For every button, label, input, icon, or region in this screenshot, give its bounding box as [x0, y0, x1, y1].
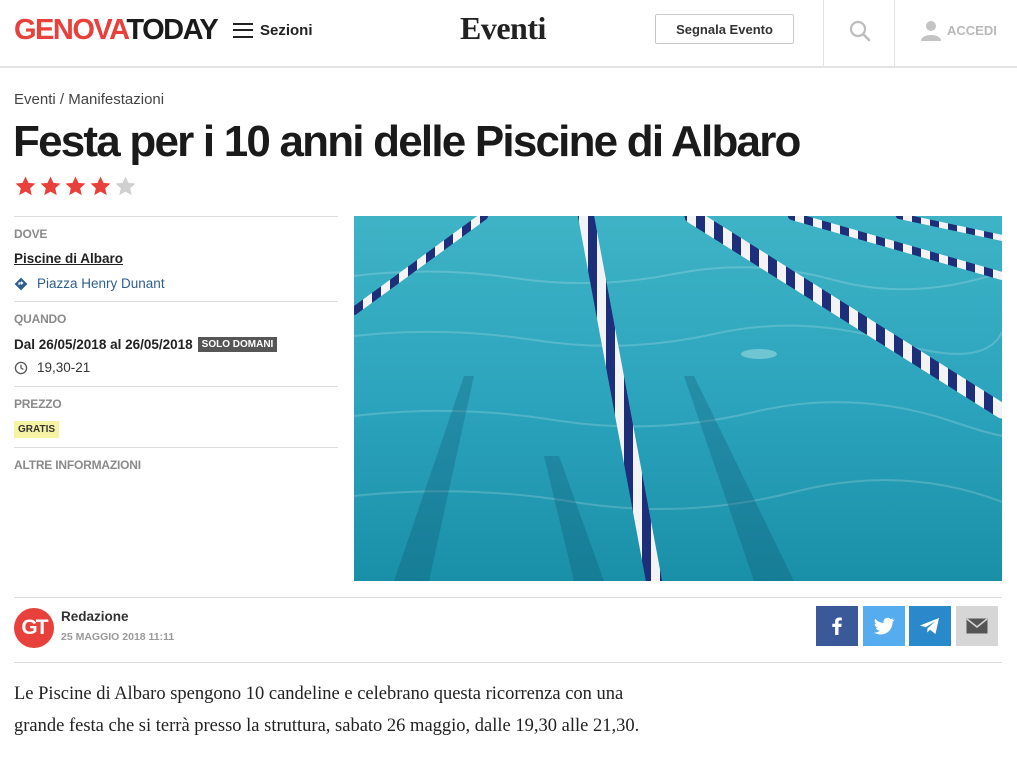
logo-today: TODAY: [126, 14, 218, 46]
sections-menu-button[interactable]: Sezioni: [233, 18, 313, 42]
other-info-label: ALTRE INFORMAZIONI: [14, 458, 141, 472]
event-dates: Dal 26/05/2018 al 26/05/2018 SOLO DOMANI: [14, 337, 338, 352]
sections-menu-label: Sezioni: [260, 21, 313, 39]
article-body: Le Piscine di Albaro spengono 10 candeli…: [14, 684, 640, 736]
user-icon: [921, 21, 941, 41]
event-time: 19,30-21: [14, 360, 338, 375]
breadcrumb-manifestazioni[interactable]: Manifestazioni: [68, 91, 164, 108]
dates-badge: SOLO DOMANI: [197, 337, 278, 352]
breadcrumb-events[interactable]: Eventi: [14, 91, 56, 108]
event-image[interactable]: [354, 216, 1002, 581]
rating-stars[interactable]: [14, 175, 139, 198]
facebook-icon: [832, 617, 842, 635]
star-icon[interactable]: [64, 175, 87, 198]
share-email-button[interactable]: [956, 606, 998, 646]
address-link[interactable]: Piazza Henry Dunant: [14, 276, 338, 291]
hamburger-icon: [233, 22, 253, 38]
share-facebook-button[interactable]: [816, 606, 858, 646]
site-header: GENOVATODAY Sezioni Eventi Segnala Event…: [0, 0, 1017, 68]
publish-date: 25 MAGGIO 2018 11:11: [61, 631, 175, 643]
email-icon: [966, 618, 988, 634]
where-block: DOVE Piscine di Albaro Piazza Henry Duna…: [14, 216, 338, 301]
breadcrumb: Eventi / Manifestazioni: [14, 91, 164, 108]
directions-icon: [14, 277, 28, 290]
address-text: Piazza Henry Dunant: [37, 276, 165, 291]
event-info: DOVE Piscine di Albaro Piazza Henry Duna…: [14, 216, 338, 472]
telegram-icon: [920, 618, 939, 634]
author-bar: GT Redazione 25 MAGGIO 2018 11:11: [14, 597, 1002, 663]
price-badge: GRATIS: [14, 421, 60, 438]
price-block: PREZZO GRATIS: [14, 386, 338, 447]
breadcrumb-separator: /: [59, 91, 65, 108]
star-icon[interactable]: [114, 175, 137, 198]
login-label: ACCEDI: [947, 22, 997, 38]
share-twitter-button[interactable]: [863, 606, 905, 646]
clock-icon: [14, 361, 28, 374]
header-divider: [894, 0, 895, 66]
star-icon[interactable]: [14, 175, 37, 198]
venue-link[interactable]: Piscine di Albaro: [14, 251, 123, 266]
author-name[interactable]: Redazione: [61, 609, 129, 624]
where-label: DOVE: [14, 227, 48, 241]
star-icon[interactable]: [89, 175, 112, 198]
login-button[interactable]: ACCEDI: [920, 19, 997, 41]
section-title[interactable]: Eventi: [460, 10, 546, 47]
search-icon[interactable]: [849, 20, 871, 42]
when-block: QUANDO Dal 26/05/2018 al 26/05/2018 SOLO…: [14, 301, 338, 386]
header-divider: [823, 0, 824, 66]
when-label: QUANDO: [14, 312, 67, 326]
star-icon[interactable]: [39, 175, 62, 198]
site-logo[interactable]: GENOVATODAY: [14, 14, 219, 46]
event-title: Festa per i 10 anni delle Piscine di Alb…: [13, 117, 801, 166]
dates-text: Dal 26/05/2018 al 26/05/2018: [14, 337, 193, 352]
author-avatar[interactable]: GT: [14, 608, 54, 648]
price-label: PREZZO: [14, 397, 62, 411]
report-event-button[interactable]: Segnala Evento: [655, 14, 794, 44]
twitter-icon: [874, 617, 895, 635]
other-info-block: ALTRE INFORMAZIONI: [14, 447, 338, 472]
time-text: 19,30-21: [37, 360, 91, 375]
logo-genova: GENOVA: [14, 14, 128, 46]
share-telegram-button[interactable]: [909, 606, 951, 646]
